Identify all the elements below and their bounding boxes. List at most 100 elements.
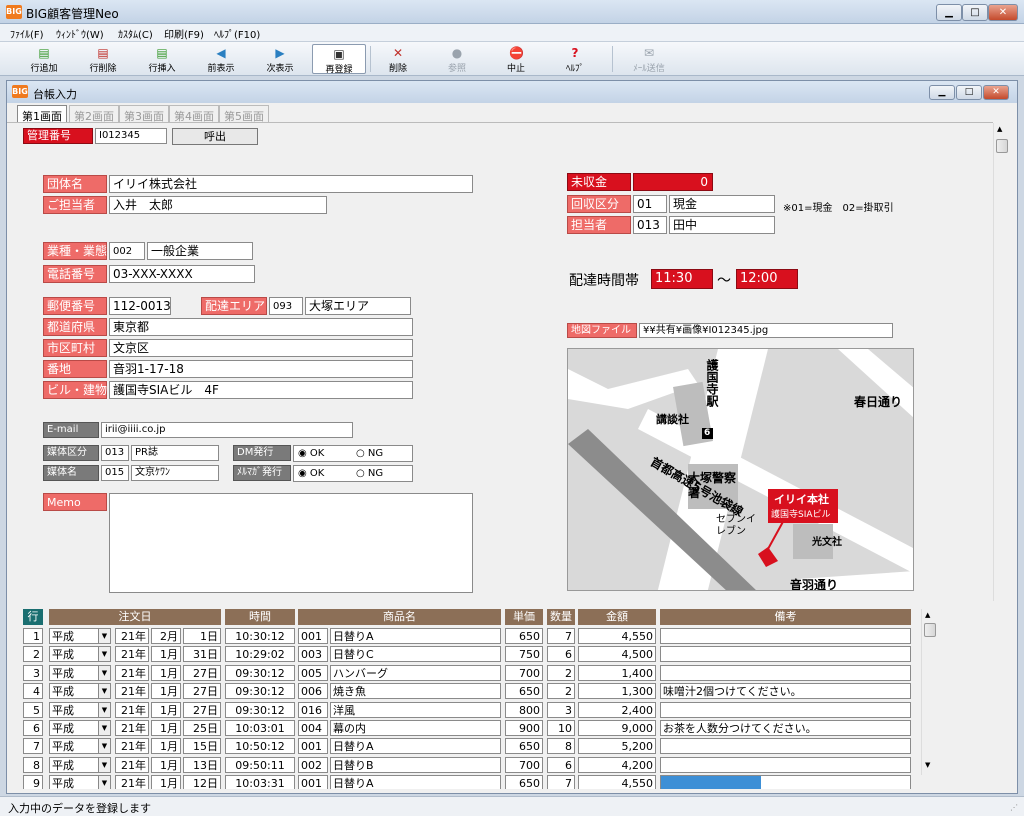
cell-month[interactable]: 1月	[151, 756, 181, 773]
cell-price[interactable]: 650	[505, 683, 543, 700]
cell-day[interactable]: 25日	[183, 720, 221, 736]
email-input[interactable]: irii@iiii.co.jp	[101, 422, 353, 438]
cell-qty[interactable]: 6	[547, 646, 575, 663]
cell-product[interactable]: 洋風	[330, 701, 501, 718]
cell-time[interactable]: 09:30:12	[225, 683, 295, 700]
cell-month[interactable]: 1月	[151, 775, 181, 789]
cell-amount[interactable]: 4,550	[578, 628, 656, 644]
cell-product[interactable]: 日替りA	[330, 628, 501, 644]
era-select[interactable]: 平成 ▼	[49, 738, 111, 755]
form-scrollbar[interactable]: ▲	[993, 123, 1009, 601]
tab-screen-2[interactable]: 第2画面	[69, 105, 119, 123]
next-button[interactable]: ▶ 次表示	[253, 44, 307, 74]
cell-amount[interactable]: 5,200	[578, 738, 656, 755]
cell-amount[interactable]: 9,000	[578, 720, 656, 736]
cell-product[interactable]: 幕の内	[330, 720, 501, 736]
child-minimize-button[interactable]: ▁	[929, 85, 955, 100]
cell-product[interactable]: 日替りC	[330, 646, 501, 663]
cell-month[interactable]: 1月	[151, 683, 181, 700]
kaishu-code-input[interactable]: 01	[633, 195, 667, 213]
cell-day[interactable]: 12日	[183, 775, 221, 789]
cell-product-code[interactable]: 002	[298, 756, 328, 773]
cell-day[interactable]: 13日	[183, 756, 221, 773]
tantosha-input[interactable]: 田中	[669, 216, 775, 234]
cell-qty[interactable]: 6	[547, 756, 575, 773]
bldg-input[interactable]: 護国寺SIAビル 4F	[109, 381, 413, 399]
chevron-down-icon[interactable]: ▼	[98, 702, 110, 717]
era-select[interactable]: 平成 ▼	[49, 720, 111, 736]
stop-button[interactable]: ⛔ 中止	[489, 44, 543, 74]
era-select[interactable]: 平成 ▼	[49, 664, 111, 681]
mapfile-input[interactable]: ¥¥共有¥画像¥I012345.jpg	[639, 323, 893, 338]
cell-amount[interactable]: 4,550	[578, 775, 656, 789]
row-insert-button[interactable]: ▤ 行挿入	[135, 44, 189, 74]
cell-product-code[interactable]: 016	[298, 701, 328, 718]
cell-note[interactable]	[660, 738, 911, 755]
kanri-input[interactable]: I012345	[95, 128, 167, 144]
cell-qty[interactable]: 10	[547, 720, 575, 736]
cell-qty[interactable]: 2	[547, 664, 575, 681]
cell-day[interactable]: 31日	[183, 646, 221, 663]
cell-price[interactable]: 750	[505, 646, 543, 663]
tab-screen-5[interactable]: 第5画面	[219, 105, 269, 123]
addr-input[interactable]: 音羽1-17-18	[109, 360, 413, 378]
cell-product-code[interactable]: 005	[298, 664, 328, 681]
media-input[interactable]: PR誌	[131, 445, 219, 461]
cell-month[interactable]: 1月	[151, 738, 181, 755]
row-add-button[interactable]: ▤ 行追加	[17, 44, 71, 74]
cell-time[interactable]: 09:50:11	[225, 756, 295, 773]
tab-screen-1[interactable]: 第1画面	[17, 105, 67, 123]
menu-file[interactable]: ﾌｧｲﾙ(F)	[10, 26, 44, 41]
cell-year[interactable]: 21年	[115, 664, 149, 681]
form-scroll-thumb[interactable]	[996, 139, 1008, 153]
resize-grip-icon[interactable]: ⋰	[1010, 803, 1018, 812]
cell-year[interactable]: 21年	[115, 628, 149, 644]
cell-note[interactable]	[660, 628, 911, 644]
cell-product-code[interactable]: 004	[298, 720, 328, 736]
tab-screen-3[interactable]: 第3画面	[119, 105, 169, 123]
era-select[interactable]: 平成 ▼	[49, 646, 111, 663]
help-button[interactable]: ? ﾍﾙﾌﾟ	[548, 44, 602, 74]
area-input[interactable]: 大塚エリア	[305, 297, 411, 315]
maximize-button[interactable]: □	[962, 4, 988, 21]
cell-price[interactable]: 900	[505, 720, 543, 736]
chevron-down-icon[interactable]: ▼	[98, 629, 110, 643]
cell-product[interactable]: 日替りB	[330, 756, 501, 773]
cell-day[interactable]: 15日	[183, 738, 221, 755]
cell-time[interactable]: 09:30:12	[225, 701, 295, 718]
cell-qty[interactable]: 8	[547, 738, 575, 755]
cell-note[interactable]	[660, 646, 911, 663]
dm-ok-radio[interactable]: ◉ OK	[298, 446, 324, 461]
era-select[interactable]: 平成 ▼	[49, 775, 111, 789]
mailmag-ok-radio[interactable]: ◉ OK	[298, 466, 324, 481]
cell-product-code[interactable]: 001	[298, 628, 328, 644]
cell-qty[interactable]: 7	[547, 628, 575, 644]
cell-product-code[interactable]: 001	[298, 775, 328, 789]
cell-year[interactable]: 21年	[115, 720, 149, 736]
memo-textarea[interactable]	[109, 493, 473, 593]
table-scroll-thumb[interactable]	[924, 623, 936, 637]
call-button[interactable]: 呼出	[172, 128, 258, 145]
tanto-input[interactable]: 入井 太郎	[109, 196, 327, 214]
tab-screen-4[interactable]: 第4画面	[169, 105, 219, 123]
cell-note[interactable]	[660, 756, 911, 773]
cell-price[interactable]: 800	[505, 701, 543, 718]
cell-qty[interactable]: 7	[547, 775, 575, 789]
menu-custom[interactable]: ｶｽﾀﾑ(C)	[118, 26, 153, 41]
cell-product-code[interactable]: 001	[298, 738, 328, 755]
cell-year[interactable]: 21年	[115, 775, 149, 789]
gyoshu-input[interactable]: 一般企業	[147, 242, 253, 260]
era-select[interactable]: 平成 ▼	[49, 701, 111, 718]
cell-time[interactable]: 10:29:02	[225, 646, 295, 663]
cell-year[interactable]: 21年	[115, 756, 149, 773]
close-button[interactable]: ✕	[988, 4, 1018, 21]
cell-note[interactable]: 味噌汁2個つけてください。	[660, 683, 911, 700]
era-select[interactable]: 平成 ▼	[49, 756, 111, 773]
gyoshu-code-input[interactable]: 002	[109, 242, 145, 260]
era-select[interactable]: 平成 ▼	[49, 628, 111, 644]
dm-ng-radio[interactable]: ○ NG	[356, 446, 383, 461]
cell-product-code[interactable]: 003	[298, 646, 328, 663]
cell-year[interactable]: 21年	[115, 701, 149, 718]
chevron-down-icon[interactable]: ▼	[98, 647, 110, 662]
cell-time[interactable]: 10:50:12	[225, 738, 295, 755]
